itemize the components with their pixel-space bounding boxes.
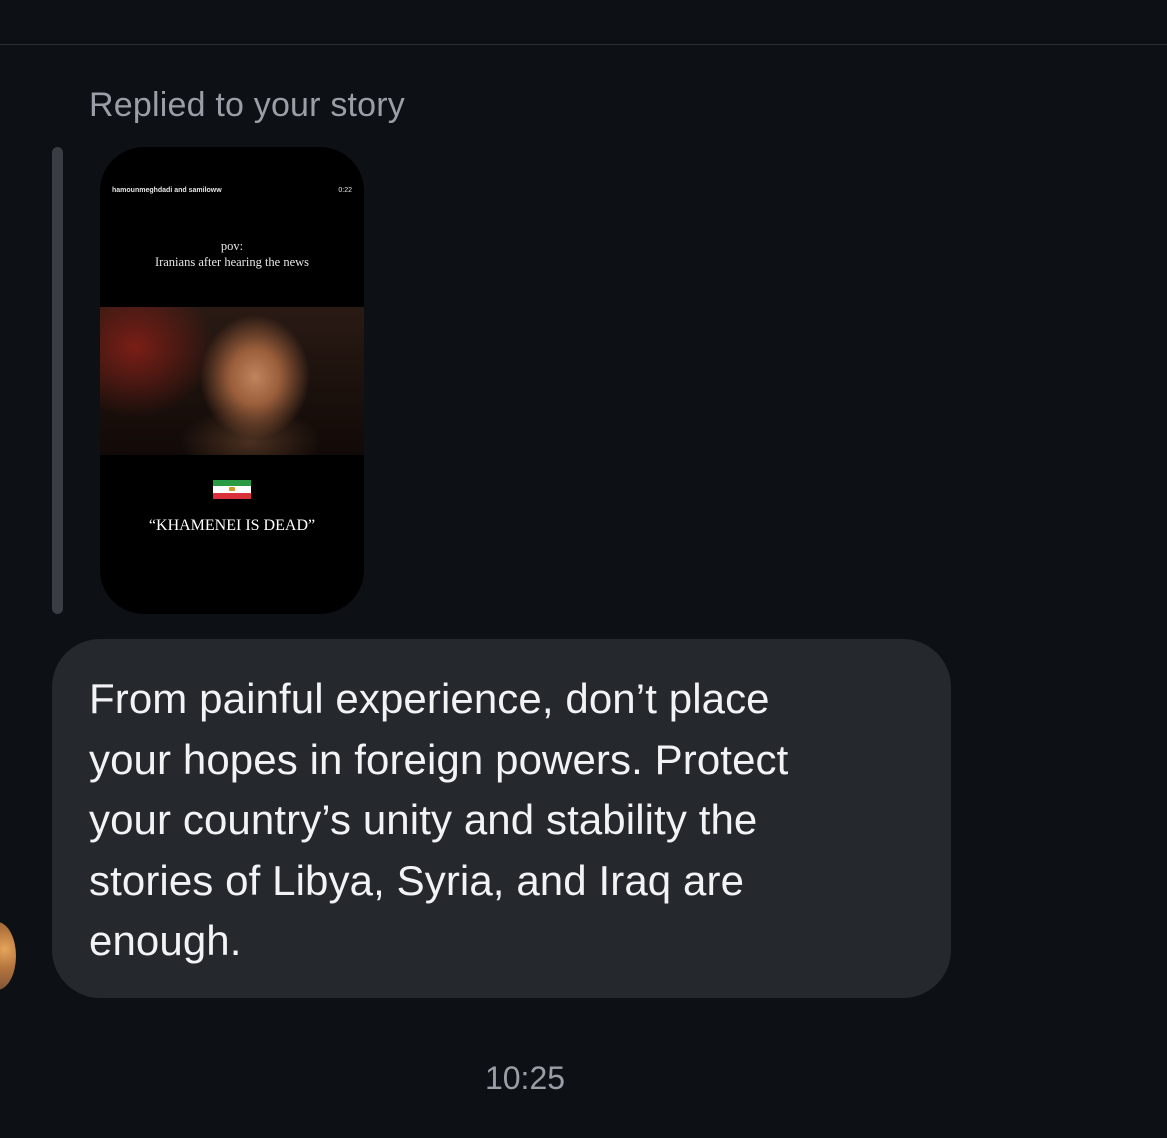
story-header: hamounmeghdadi and samiloww 0:22 [112, 187, 352, 194]
message-bubble[interactable]: From painful experience, don’t place you… [52, 639, 951, 998]
iran-flag-icon [213, 480, 251, 499]
replied-to-story-label: Replied to your story [89, 86, 406, 124]
message-timestamp: 10:25 [484, 1060, 566, 1096]
story-preview-thumbnail[interactable]: hamounmeghdadi and samiloww 0:22 pov: Ir… [100, 147, 364, 614]
story-video-frame [100, 307, 364, 455]
story-caption: pov: Iranians after hearing the news [100, 238, 364, 270]
message-text: From painful experience, don’t place you… [89, 675, 789, 964]
story-caption-line2: Iranians after hearing the news [154, 255, 310, 269]
top-divider [0, 44, 1167, 45]
story-author: hamounmeghdadi and samiloww [112, 187, 222, 194]
reply-quote-bar [52, 147, 63, 614]
sender-avatar[interactable] [0, 922, 16, 990]
story-quote-text: “KHAMENEI IS DEAD” [148, 517, 316, 534]
story-duration: 0:22 [338, 187, 352, 194]
story-caption-line1: pov: [220, 239, 244, 253]
